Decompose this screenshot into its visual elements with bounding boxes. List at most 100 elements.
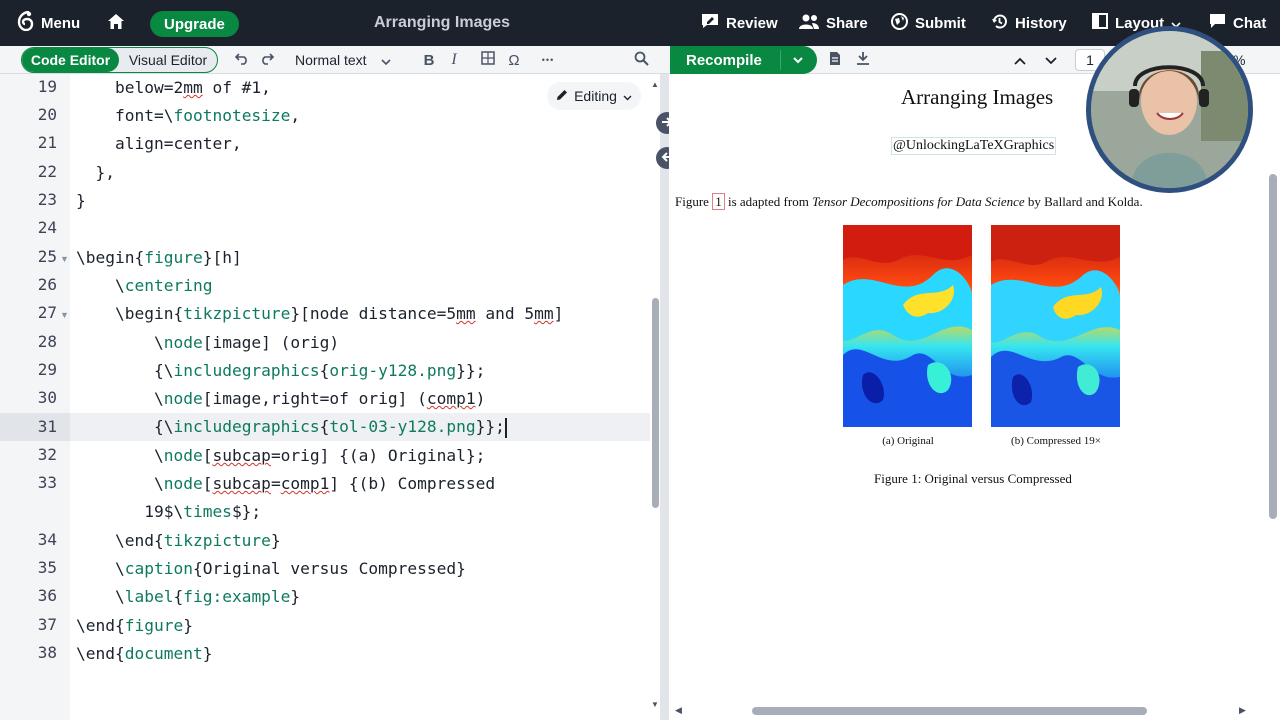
chevron-up-icon — [1014, 52, 1026, 69]
pdf-horizontal-scrollbar-thumb[interactable] — [752, 707, 1147, 715]
code-token: [image] (orig) — [202, 333, 340, 352]
scroll-up-arrow-icon[interactable]: ▲ — [651, 80, 659, 89]
code-line[interactable]: \end{tikzpicture} — [76, 527, 650, 555]
pdf-scrollbar-thumb[interactable] — [1269, 174, 1277, 519]
code-token: }}; — [475, 417, 505, 436]
submit-label: Submit — [915, 14, 966, 32]
review-button[interactable]: Review — [701, 0, 778, 46]
code-line[interactable]: \node[image,right=of orig] (comp1) — [76, 385, 650, 413]
line-number: 32 — [37, 445, 57, 464]
chat-icon — [1209, 13, 1226, 33]
recompile-divider — [780, 50, 781, 70]
home-button[interactable] — [107, 0, 125, 46]
document-author-link[interactable]: @UnlockingLaTeXGraphics — [891, 137, 1057, 155]
search-button[interactable] — [631, 46, 651, 74]
download-pdf-button[interactable] — [854, 46, 872, 74]
code-line[interactable]: \centering — [76, 272, 650, 300]
recompile-button[interactable]: Recompile — [670, 46, 817, 74]
code-token: {\ — [76, 417, 174, 436]
recompile-label: Recompile — [686, 51, 762, 69]
project-title[interactable]: Arranging Images — [374, 0, 510, 46]
editor-scrollbar[interactable]: ▲ ▼ — [650, 74, 660, 720]
spellcheck-underlined-token: subcap — [212, 474, 271, 493]
code-line[interactable]: \node[image] (orig) — [76, 329, 650, 357]
fold-arrow-icon[interactable]: ▼ — [60, 310, 69, 320]
code-line[interactable]: align=center, — [76, 130, 650, 158]
line-number: 26 — [37, 275, 57, 294]
editor-scrollbar-thumb[interactable] — [652, 298, 659, 508]
code-token: \begin{ — [76, 248, 145, 267]
previous-page-button[interactable] — [1011, 46, 1029, 74]
code-line[interactable]: 19$\times$}; — [76, 498, 650, 526]
layout-icon — [1092, 13, 1108, 33]
insert-figure-button[interactable] — [479, 46, 497, 74]
redo-icon — [260, 52, 275, 69]
share-users-icon — [799, 14, 819, 33]
code-token: } — [270, 531, 281, 550]
editor-toolbar: Code Editor Visual Editor Normal text B … — [0, 46, 668, 74]
code-token: }, — [76, 163, 115, 182]
submit-button[interactable]: Submit — [891, 0, 966, 46]
pane-splitter[interactable] — [660, 74, 669, 720]
code-editor[interactable]: 19 20 21 22 23 24 25 26 27 28 29 30 31 3… — [0, 74, 660, 720]
text-style-select[interactable]: Normal text — [295, 46, 391, 74]
code-line[interactable]: {\includegraphics{tol-03-y128.png}}; — [76, 413, 650, 441]
italic-button[interactable]: I — [446, 46, 462, 74]
code-token: \ — [76, 389, 164, 408]
redo-button[interactable] — [257, 46, 277, 74]
code-line[interactable]: \begin{figure}[h] — [76, 244, 650, 272]
code-token: align=center, — [76, 134, 242, 153]
code-line[interactable]: \node[subcap=comp1] {(b) Compressed — [76, 470, 650, 498]
code-line[interactable]: \end{figure} — [76, 612, 650, 640]
code-line[interactable]: \caption{Original versus Compressed} — [76, 555, 650, 583]
code-line[interactable]: {\includegraphics{orig-y128.png}}; — [76, 357, 650, 385]
scroll-down-arrow-icon[interactable]: ▼ — [651, 700, 659, 709]
code-line[interactable]: }, — [76, 159, 650, 187]
insert-symbol-button[interactable]: Ω — [505, 46, 523, 74]
code-line[interactable]: \begin{tikzpicture}[node distance=5mm an… — [76, 300, 650, 328]
chevron-down-icon[interactable] — [792, 52, 804, 72]
code-line[interactable] — [76, 215, 650, 243]
figure-icon — [481, 51, 495, 69]
line-number: 29 — [37, 360, 57, 379]
chat-button[interactable]: Chat — [1209, 0, 1266, 46]
code-line[interactable]: } — [76, 187, 650, 215]
line-number: 27 — [37, 303, 57, 322]
pdf-horizontal-scrollbar[interactable]: ◀ ▶ — [669, 702, 1269, 720]
menu-label: Menu — [41, 14, 81, 32]
visual-editor-tab[interactable]: Visual Editor — [119, 48, 217, 72]
chevron-down-icon — [623, 88, 632, 104]
figure-reference-link[interactable]: 1 — [712, 193, 725, 210]
code-line[interactable]: \label{fig:example} — [76, 583, 650, 611]
code-line[interactable]: \end{document} — [76, 640, 650, 668]
document-title: Arranging Images — [901, 85, 1054, 109]
latex-argument: centering — [124, 276, 213, 295]
next-page-button[interactable] — [1042, 46, 1060, 74]
bold-button[interactable]: B — [420, 46, 438, 74]
code-token: {Original versus Compressed} — [192, 559, 466, 578]
latex-argument: includegraphics — [173, 417, 320, 436]
history-button[interactable]: History — [991, 0, 1067, 46]
fold-arrow-icon[interactable]: ▼ — [60, 254, 69, 264]
code-token: ) — [475, 389, 486, 408]
presenter-video-image — [1091, 31, 1248, 188]
code-editor-tab[interactable]: Code Editor — [22, 48, 119, 72]
upgrade-button[interactable]: Upgrade — [150, 11, 239, 37]
scroll-right-arrow-icon[interactable]: ▶ — [1239, 705, 1246, 716]
line-number: 24 — [37, 218, 57, 237]
more-options-button[interactable]: ••• — [538, 46, 558, 74]
scroll-left-arrow-icon[interactable]: ◀ — [675, 705, 682, 716]
code-token: \ — [76, 446, 164, 465]
view-logs-button[interactable] — [826, 46, 844, 74]
code-line[interactable]: \node[subcap=orig] {(a) Original}; — [76, 442, 650, 470]
latex-argument: label — [124, 587, 174, 606]
editing-label: Editing — [574, 88, 617, 104]
code-token: } — [183, 616, 193, 635]
undo-button[interactable] — [232, 46, 252, 74]
menu-button[interactable]: Menu — [16, 0, 80, 46]
editing-mode-badge[interactable]: Editing — [547, 82, 641, 110]
chevron-down-icon — [381, 52, 391, 68]
share-button[interactable]: Share — [799, 0, 868, 46]
spellcheck-underlined-token: comp1 — [426, 389, 476, 408]
latex-argument: figure — [124, 616, 184, 635]
